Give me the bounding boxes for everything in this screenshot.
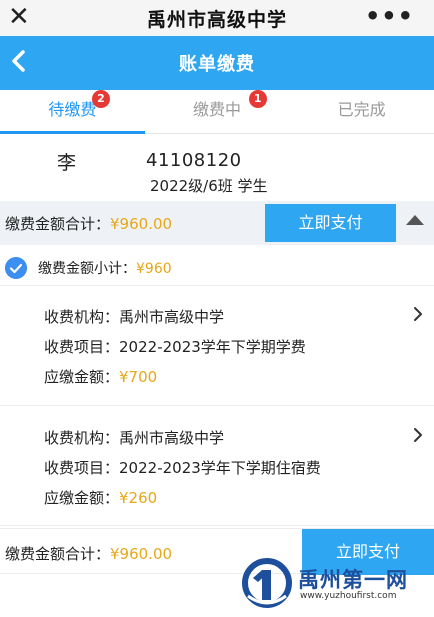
status-tabs: 待缴费 2 缴费中 1 已完成: [0, 90, 434, 134]
window-title: 禹州市高级中学: [146, 8, 287, 31]
due-row: 应缴金额：¥700: [44, 366, 157, 387]
org-label: 收费机构：: [44, 308, 120, 326]
chevron-left-icon[interactable]: [4, 46, 34, 76]
tab-label: 已完成: [337, 100, 386, 119]
page-title: 账单缴费: [179, 54, 255, 75]
site-watermark: 禹州第一网 www.yuzhoufirst.com: [240, 556, 430, 612]
tab-processing[interactable]: 缴费中 1: [145, 90, 290, 133]
org-value: 禹州市高级中学: [119, 308, 225, 326]
project-value: 2022-2023学年下学期学费: [119, 338, 306, 356]
checkbox-checked-icon[interactable]: [5, 257, 27, 279]
tab-pending[interactable]: 待缴费 2: [0, 90, 145, 134]
subtotal-amount: ¥960: [136, 261, 172, 277]
count-badge: 2: [92, 90, 110, 108]
watermark-url: www.yuzhoufirst.com: [300, 591, 397, 601]
collapse-icon[interactable]: [406, 215, 424, 225]
fee-item[interactable]: 收费机构：禹州市高级中学 收费项目：2022-2023学年下学期学费 应缴金额：…: [0, 288, 434, 406]
org-row: 收费机构：禹州市高级中学: [44, 427, 224, 448]
due-label: 应缴金额：: [44, 489, 120, 507]
pay-now-button[interactable]: 立即支付: [265, 204, 396, 242]
project-label: 收费项目：: [44, 459, 120, 477]
due-amount: ¥260: [119, 489, 158, 507]
total-summary: 缴费金额合计：¥960.00 立即支付: [0, 201, 434, 245]
chevron-right-icon[interactable]: [412, 427, 424, 443]
watermark-name: 禹州第一网: [298, 568, 408, 592]
project-label: 收费项目：: [44, 338, 120, 356]
page-header: 账单缴费: [0, 36, 434, 90]
tab-label: 缴费中: [193, 100, 242, 119]
due-label: 应缴金额：: [44, 368, 120, 386]
top-bar: ✕ 禹州市高级中学 •••: [0, 0, 434, 36]
org-row: 收费机构：禹州市高级中学: [44, 306, 224, 327]
fee-item[interactable]: 收费机构：禹州市高级中学 收费项目：2022-2023学年下学期住宿费 应缴金额…: [0, 408, 434, 526]
project-row: 收费项目：2022-2023学年下学期学费: [44, 336, 306, 357]
subtotal-text: 缴费金额小计：¥960: [38, 258, 172, 278]
total-amount: ¥960.00: [110, 545, 173, 563]
student-id: 41108120: [146, 150, 242, 171]
total-amount: ¥960.00: [110, 215, 173, 233]
watermark-logo-icon: [242, 558, 292, 608]
student-info: 李 41108120 2022级/6班 学生: [0, 142, 434, 198]
org-label: 收费机构：: [44, 429, 120, 447]
total-label-group: 缴费金额合计：¥960.00: [5, 543, 172, 564]
tab-completed[interactable]: 已完成: [289, 90, 434, 133]
chevron-right-icon[interactable]: [412, 306, 424, 322]
org-value: 禹州市高级中学: [119, 429, 225, 447]
close-icon[interactable]: ✕: [8, 3, 30, 31]
due-row: 应缴金额：¥260: [44, 487, 157, 508]
subtotal-row[interactable]: 缴费金额小计：¥960: [0, 248, 434, 286]
total-label-group: 缴费金额合计：¥960.00: [5, 213, 172, 234]
count-badge: 1: [248, 90, 267, 108]
more-icon[interactable]: •••: [365, 2, 414, 30]
student-class: 2022级/6班 学生: [150, 177, 268, 195]
total-label: 缴费金额合计：: [5, 545, 111, 563]
total-label: 缴费金额合计：: [5, 215, 111, 233]
student-name: 李: [57, 152, 77, 174]
due-amount: ¥700: [119, 368, 158, 386]
subtotal-label: 缴费金额小计：: [38, 261, 136, 277]
project-row: 收费项目：2022-2023学年下学期住宿费: [44, 457, 321, 478]
project-value: 2022-2023学年下学期住宿费: [119, 459, 321, 477]
tab-label: 待缴费: [48, 100, 97, 119]
